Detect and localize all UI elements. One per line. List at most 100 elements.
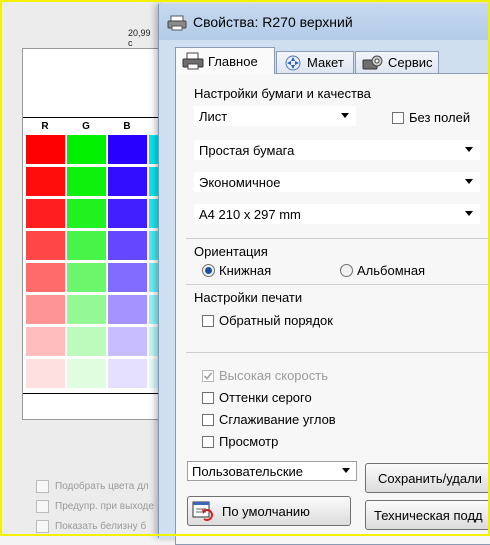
background-app: 20,99 c R G B Подобрать цвета дл Предупр… [2,2,164,534]
checkbox-icon [202,391,214,404]
tab-main-label: Главное [208,53,258,69]
high-speed-checkbox[interactable]: Высокая скорость [202,368,328,383]
swatch-top-line [23,117,163,118]
quality-select[interactable]: Экономичное [194,172,480,192]
tab-layout-label: Макет [307,55,344,70]
radio-icon [340,264,353,277]
orientation-portrait-radio[interactable]: Книжная [202,263,271,278]
defaults-button[interactable]: По умолчанию [187,496,351,526]
quality-value: Экономичное [199,174,281,190]
print-settings-title: Настройки печати [194,290,303,305]
reset-defaults-icon [192,501,213,521]
orientation-landscape-radio[interactable]: Альбомная [340,263,425,278]
color-swatch [67,263,106,292]
orientation-title: Ориентация [194,244,268,259]
printer-properties-dialog: Свойства: R270 верхний Главное Макет Сер… [158,4,490,545]
ruler-value: 20,99 c [128,28,151,48]
tab-main[interactable]: Главное [175,47,275,74]
paper-size-value: A4 210 x 297 mm [199,206,301,222]
printer-icon [167,15,187,31]
color-swatch [26,295,65,324]
divider [186,238,490,239]
column-header-g: G [82,121,90,132]
paper-size-select[interactable]: A4 210 x 297 mm [194,204,480,224]
color-swatch [108,135,147,164]
color-swatch [26,327,65,356]
preview-checkbox[interactable]: Просмотр [202,434,278,449]
color-swatch [67,295,106,324]
swatch-bottom-line [23,393,163,394]
checkbox-icon [202,435,214,448]
custom-settings-select[interactable]: Пользовательские [187,461,357,481]
media-type-value: Простая бумага [199,142,295,158]
borderless-label: Без полей [409,110,471,125]
paper-source-select[interactable]: Лист [194,106,356,126]
checkbox-icon [392,111,404,124]
bg-option: Подобрать цвета дл [36,476,166,496]
color-swatch [67,359,106,388]
dialog-title: Свойства: R270 верхний [193,14,353,30]
color-swatch [67,135,106,164]
color-swatch [26,231,65,260]
defaults-label: По умолчанию [222,503,310,519]
chevron-down-icon [465,179,473,184]
color-swatch [67,199,106,228]
paper-source-value: Лист [199,108,228,124]
chevron-down-icon [342,468,350,473]
color-swatch [108,327,147,356]
tab-service-label: Сервис [388,55,433,70]
divider [186,352,490,353]
checkbox-icon [36,499,49,513]
checkbox-icon [202,314,214,327]
title-bar[interactable]: Свойства: R270 верхний [159,4,490,40]
reverse-order-checkbox[interactable]: Обратный порядок [202,313,333,328]
background-options: Подобрать цвета дл Предупр. при выходе П… [36,476,166,536]
media-type-select[interactable]: Простая бумага [194,140,480,160]
color-swatch [67,231,106,260]
bg-option: Показать белизну б [36,516,166,536]
save-delete-label: Сохранить/удали [378,470,482,486]
color-swatch [108,167,147,196]
checkbox-checked-icon [202,369,214,382]
chevron-down-icon [465,147,473,152]
grayscale-checkbox[interactable]: Оттенки серого [202,390,312,405]
tech-support-button[interactable]: Техническая подд [365,500,490,530]
page-preview: R G B [22,48,164,420]
paper-quality-group-title: Настройки бумаги и качества [194,86,371,101]
color-swatch [108,199,147,228]
printer-tab-icon [182,52,204,70]
checkbox-icon [36,479,49,493]
color-swatch [26,263,65,292]
chevron-down-icon [341,113,349,118]
edge-smoothing-label: Сглаживание углов [219,412,336,427]
checkbox-icon [202,413,214,426]
preview-label: Просмотр [219,434,279,449]
bg-option: Предупр. при выходе [36,496,166,516]
color-swatch [108,295,147,324]
color-swatch [67,167,106,196]
color-swatch [26,167,65,196]
ruler: 20,99 c [18,28,156,48]
color-swatch [108,359,147,388]
edge-smoothing-checkbox[interactable]: Сглаживание углов [202,412,336,427]
color-swatch [108,231,147,260]
layout-tab-icon [285,55,301,70]
landscape-label: Альбомная [357,263,426,278]
color-swatch [26,199,65,228]
column-header-b: B [123,121,131,132]
color-swatch [108,263,147,292]
save-delete-button[interactable]: Сохранить/удали [365,463,490,493]
divider [186,284,490,285]
tech-support-label: Техническая подд [374,507,483,523]
column-header-r: R [41,121,49,132]
color-swatch [26,359,65,388]
chevron-down-icon [465,211,473,216]
tab-layout[interactable]: Макет [276,51,354,73]
checkbox-icon [36,519,49,533]
grayscale-label: Оттенки серого [219,390,312,405]
color-swatch [67,327,106,356]
reverse-order-label: Обратный порядок [219,313,333,328]
tab-service[interactable]: Сервис [355,51,439,73]
portrait-label: Книжная [219,263,272,278]
borderless-checkbox[interactable]: Без полей [392,110,470,125]
